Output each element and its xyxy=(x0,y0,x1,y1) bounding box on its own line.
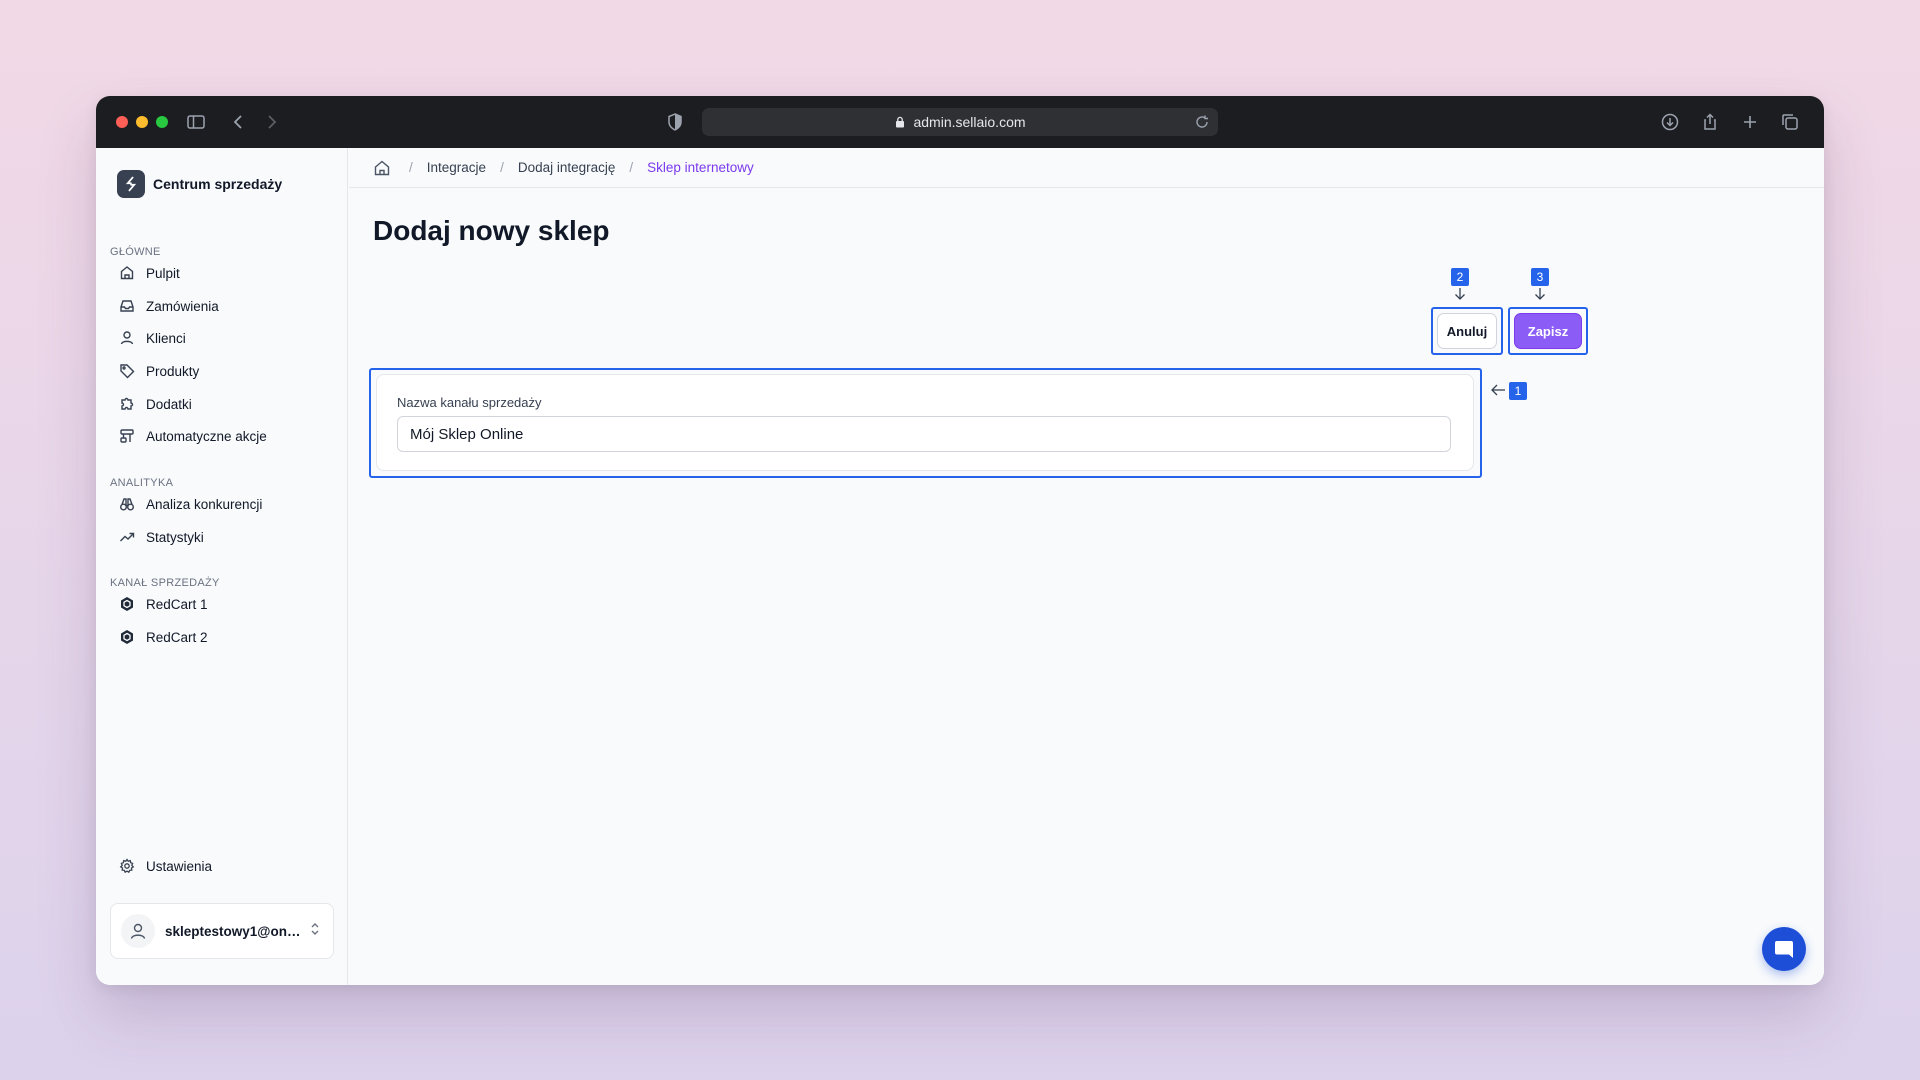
trend-up-icon xyxy=(118,528,136,546)
lock-icon xyxy=(896,116,905,128)
puzzle-icon xyxy=(118,395,136,413)
annotation-badge-3: 3 xyxy=(1531,268,1549,286)
downloads-icon[interactable] xyxy=(1658,110,1682,134)
minimize-window-button[interactable] xyxy=(136,116,148,128)
channel-name-label: Nazwa kanału sprzedaży xyxy=(397,395,542,410)
section-label-sales-channel: KANAŁ SPRZEDAŻY xyxy=(110,577,220,589)
privacy-shield-icon[interactable] xyxy=(663,110,687,134)
annotation-arrow-down-icon xyxy=(1455,288,1465,300)
sidebar-item-redcart-2[interactable]: RedCart 2 xyxy=(118,625,208,649)
breadcrumb-dodaj-integracje[interactable]: Dodaj integrację xyxy=(518,160,616,175)
user-icon xyxy=(118,329,136,347)
sidebar-toggle-icon[interactable] xyxy=(184,110,208,134)
sidebar-item-label: RedCart 2 xyxy=(146,629,208,645)
brand[interactable]: Centrum sprzedaży xyxy=(117,170,282,198)
annotation-badge-2: 2 xyxy=(1451,268,1469,286)
breadcrumb-integracje[interactable]: Integracje xyxy=(427,160,486,175)
home-icon[interactable] xyxy=(373,159,391,177)
forward-icon[interactable] xyxy=(259,110,283,134)
address-bar[interactable]: admin.sellaio.com xyxy=(702,108,1218,136)
sidebar-item-automatyczne-akcje[interactable]: Automatyczne akcje xyxy=(118,424,267,448)
back-icon[interactable] xyxy=(227,110,251,134)
sidebar-item-label: Klienci xyxy=(146,330,186,346)
hexagon-logo-icon xyxy=(118,628,136,646)
sidebar-item-label: Pulpit xyxy=(146,265,180,281)
cancel-button[interactable]: Anuluj xyxy=(1437,313,1497,349)
sidebar-item-label: Statystyki xyxy=(146,529,204,545)
sidebar-item-pulpit[interactable]: Pulpit xyxy=(118,261,180,285)
breadcrumb-current: Sklep internetowy xyxy=(647,160,754,175)
reload-icon[interactable] xyxy=(1194,114,1210,130)
account-email: skleptestowy1@onet.pl xyxy=(165,923,305,939)
sidebar-item-label: Automatyczne akcje xyxy=(146,428,267,444)
annotation-badge-1: 1 xyxy=(1509,382,1527,400)
home-icon xyxy=(118,264,136,282)
breadcrumb-separator: / xyxy=(409,160,413,175)
chat-bubble-icon xyxy=(1775,941,1793,958)
sidebar-item-label: RedCart 1 xyxy=(146,596,208,612)
zoom-window-button[interactable] xyxy=(156,116,168,128)
share-icon[interactable] xyxy=(1698,110,1722,134)
tag-icon xyxy=(118,362,136,380)
sidebar-item-dodatki[interactable]: Dodatki xyxy=(118,392,192,416)
sidebar-item-label: Produkty xyxy=(146,363,200,379)
account-switcher[interactable]: skleptestowy1@onet.pl xyxy=(110,903,334,959)
sidebar-item-analiza-konkurencji[interactable]: Analiza konkurencji xyxy=(118,492,262,516)
main-content: / Integracje / Dodaj integrację / Sklep … xyxy=(349,148,1824,985)
breadcrumb: / Integracje / Dodaj integrację / Sklep … xyxy=(349,148,1824,188)
breadcrumb-separator: / xyxy=(629,160,634,175)
sidebar: Centrum sprzedaży GŁÓWNE Pulpit Zamówien… xyxy=(96,148,348,985)
sidebar-item-zamowienia[interactable]: Zamówienia xyxy=(118,294,219,318)
inbox-icon xyxy=(118,297,136,315)
annotation-arrow-left-icon xyxy=(1491,384,1505,396)
url-text: admin.sellaio.com xyxy=(913,114,1026,130)
hexagon-logo-icon xyxy=(118,595,136,613)
tab-overview-icon[interactable] xyxy=(1778,110,1802,134)
sidebar-item-statystyki[interactable]: Statystyki xyxy=(118,525,204,549)
new-tab-icon[interactable] xyxy=(1738,110,1762,134)
sidebar-item-ustawienia[interactable]: Ustawienia xyxy=(118,854,212,878)
close-window-button[interactable] xyxy=(116,116,128,128)
channel-name-input[interactable] xyxy=(397,416,1451,452)
section-label-main: GŁÓWNE xyxy=(110,246,161,258)
browser-titlebar: admin.sellaio.com xyxy=(96,96,1824,148)
avatar xyxy=(121,914,155,948)
sidebar-item-label: Analiza konkurencji xyxy=(146,496,263,512)
form-card: Nazwa kanału sprzedaży xyxy=(376,374,1474,471)
section-label-analytics: ANALITYKA xyxy=(110,477,174,489)
brand-name: Centrum sprzedaży xyxy=(153,176,283,192)
save-button[interactable]: Zapisz xyxy=(1514,313,1582,349)
gear-icon xyxy=(118,857,136,875)
sidebar-item-redcart-1[interactable]: RedCart 1 xyxy=(118,592,208,616)
sidebar-item-label: Ustawienia xyxy=(146,858,213,874)
sidebar-item-klienci[interactable]: Klienci xyxy=(118,326,186,350)
annotation-arrow-down-icon xyxy=(1535,288,1545,300)
sidebar-item-label: Dodatki xyxy=(146,396,192,412)
workflow-icon xyxy=(118,427,136,445)
binoculars-icon xyxy=(118,495,136,513)
browser-window: admin.sellaio.com Centrum sprzedaży GŁÓW… xyxy=(96,96,1824,985)
brand-logo-icon xyxy=(117,170,145,198)
page-title: Dodaj nowy sklep xyxy=(373,215,610,246)
breadcrumb-separator: / xyxy=(500,160,504,175)
sidebar-item-produkty[interactable]: Produkty xyxy=(118,359,199,383)
sidebar-item-label: Zamówienia xyxy=(146,298,219,314)
chevron-up-down-icon xyxy=(311,923,319,935)
chat-support-button[interactable] xyxy=(1762,927,1806,971)
